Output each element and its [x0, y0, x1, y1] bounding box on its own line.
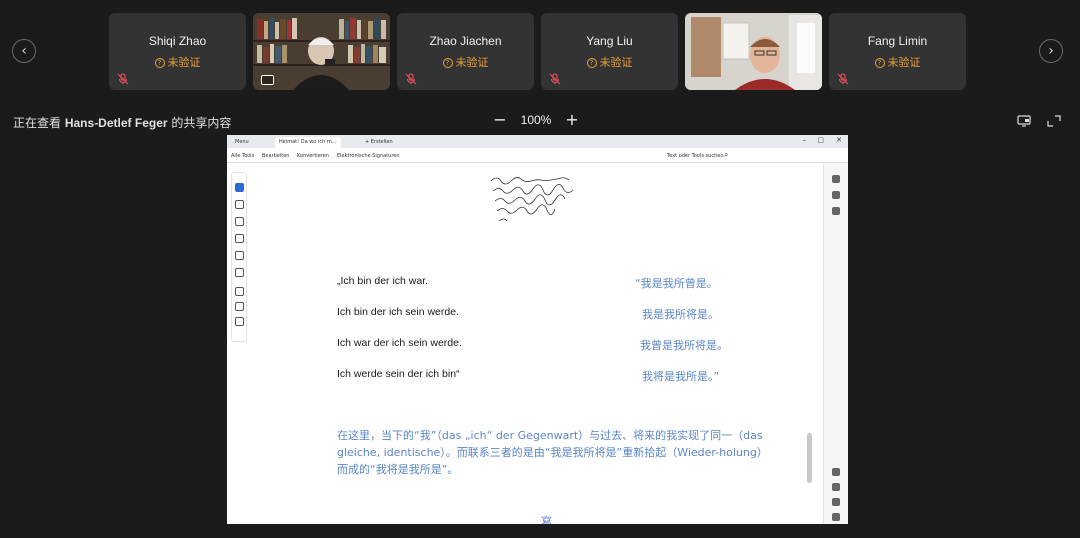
chinese-verse-line: 我是我所将是。	[642, 308, 719, 321]
page-bottom-text: 寫	[541, 515, 552, 524]
question-icon: ?	[154, 58, 165, 68]
mic-muted-icon	[405, 73, 417, 85]
participant-status: ? 未验证	[541, 54, 678, 70]
handwriting-image	[490, 177, 574, 222]
bookmark-icon[interactable]	[832, 191, 840, 199]
pdf-right-panel	[823, 163, 848, 524]
participant-status: ? 未验证	[397, 54, 534, 70]
scrollbar-thumb[interactable]	[807, 433, 812, 483]
pdf-toolbar: Alle Tools Bearbeiten Konvertieren Elekt…	[227, 148, 848, 163]
refresh-icon[interactable]	[832, 468, 840, 476]
zoom-out-icon[interactable]	[832, 513, 840, 521]
question-icon: ?	[874, 58, 885, 68]
close-icon[interactable]: ✕	[836, 136, 842, 144]
pdf-tool-rail	[231, 172, 247, 342]
chevron-left-icon: ‹	[21, 43, 27, 59]
save-icon[interactable]	[832, 483, 840, 491]
zoom-level: 100%	[520, 113, 552, 127]
chinese-verse-line: 我曾是我所将是。	[640, 339, 728, 352]
presenter-name: Hans-Detlef Feger	[64, 116, 168, 130]
search-tools-input[interactable]: Text oder Tools suchen	[667, 153, 724, 159]
select-tool-icon[interactable]	[235, 183, 244, 192]
mic-muted-icon	[837, 73, 849, 85]
delete-tool-icon[interactable]	[235, 302, 244, 311]
participant-name: Shiqi Zhao	[148, 34, 207, 48]
pages-icon[interactable]	[832, 207, 840, 215]
person-video	[685, 13, 822, 90]
participant-tile-zhao-jiachen[interactable]: Zhao Jiachen ? 未验证	[397, 13, 534, 90]
edit-tool-icon[interactable]	[235, 287, 244, 296]
text-tool-icon[interactable]	[235, 251, 244, 260]
tab-document[interactable]: Heimat! Da wo ich m...	[275, 137, 341, 148]
screen-share-icon	[261, 75, 274, 85]
menu-convert[interactable]: Konvertieren	[297, 153, 329, 159]
chinese-verse-line: “我是我所曾是。	[635, 277, 718, 290]
participant-video-tile[interactable]	[685, 13, 822, 90]
zoom-in-button[interactable]: +	[564, 112, 580, 128]
fullscreen-icon[interactable]	[1047, 115, 1061, 127]
pen-tool-icon[interactable]	[235, 217, 244, 226]
question-icon: ?	[442, 58, 453, 68]
minimize-icon[interactable]: –	[803, 136, 807, 144]
chinese-commentary-paragraph: 在这里，当下的“我”（das „ich“ der Gegenwart）与过去、将…	[337, 429, 763, 476]
german-verse-line: Ich werde sein der ich bin“	[337, 368, 460, 380]
participant-status: ? 未验证	[109, 54, 246, 70]
german-verse-line: „Ich bin der ich war.	[337, 275, 429, 287]
participant-name: Yang Liu	[586, 34, 633, 48]
menu-edit[interactable]: Bearbeiten	[262, 153, 289, 159]
menu-esign[interactable]: Elektronische Signaturen	[337, 153, 400, 159]
search-icon[interactable]: ⌕	[724, 150, 728, 160]
menu-all-tools[interactable]: Alle Tools	[231, 153, 254, 159]
question-icon: ?	[586, 58, 597, 68]
zoom-control: − 100% +	[492, 112, 580, 128]
german-verse-line: Ich war der ich sein werde.	[337, 337, 462, 349]
shared-screen[interactable]: Menu Heimat! Da wo ich m... + Erstellen …	[227, 135, 848, 524]
maximize-icon[interactable]: ▢	[817, 136, 824, 144]
view-mode-icon[interactable]	[1017, 115, 1031, 127]
participant-video-tile[interactable]	[253, 13, 390, 90]
pdf-tab-bar: Menu Heimat! Da wo ich m... + Erstellen …	[227, 135, 848, 148]
lasso-tool-icon[interactable]	[235, 234, 244, 243]
zoom-in-icon[interactable]	[832, 498, 840, 506]
german-verse-line: Ich bin der ich sein werde.	[337, 306, 459, 318]
chevron-right-icon: ›	[1048, 43, 1054, 59]
prev-page-button[interactable]: ‹	[12, 39, 36, 63]
zoom-tool-icon[interactable]	[235, 200, 244, 209]
participant-tile-fang-limin[interactable]: Fang Limin ? 未验证	[829, 13, 966, 90]
tab-menu[interactable]: Menu	[231, 137, 253, 148]
document-scrollbar[interactable]	[799, 163, 823, 524]
mic-muted-icon	[549, 73, 561, 85]
pdf-page: „Ich bin der ich war. Ich bin der ich se…	[249, 163, 799, 524]
participant-tile-yang-liu[interactable]: Yang Liu ? 未验证	[541, 13, 678, 90]
participant-name: Zhao Jiachen	[429, 34, 502, 48]
chinese-verse-line: 我将是我所是。”	[642, 370, 720, 383]
meeting-window: ‹ Shiqi Zhao ? 未验证 Zhao Jiachen ? 未验证 Ya…	[0, 0, 1080, 538]
comment-icon[interactable]	[832, 175, 840, 183]
next-page-button[interactable]: ›	[1039, 39, 1063, 63]
participant-name: Fang Limin	[867, 34, 928, 48]
participant-tile-shiqi-zhao[interactable]: Shiqi Zhao ? 未验证	[109, 13, 246, 90]
mic-muted-icon	[117, 73, 129, 85]
stamp-tool-icon[interactable]	[235, 268, 244, 277]
share-status-label: 正在查看 Hans-Detlef Feger 的共享内容	[13, 116, 232, 130]
participant-status: ? 未验证	[829, 54, 966, 70]
zoom-out-button[interactable]: −	[492, 112, 508, 128]
redo-tool-icon[interactable]	[235, 317, 244, 326]
tab-create[interactable]: + Erstellen	[361, 137, 397, 148]
